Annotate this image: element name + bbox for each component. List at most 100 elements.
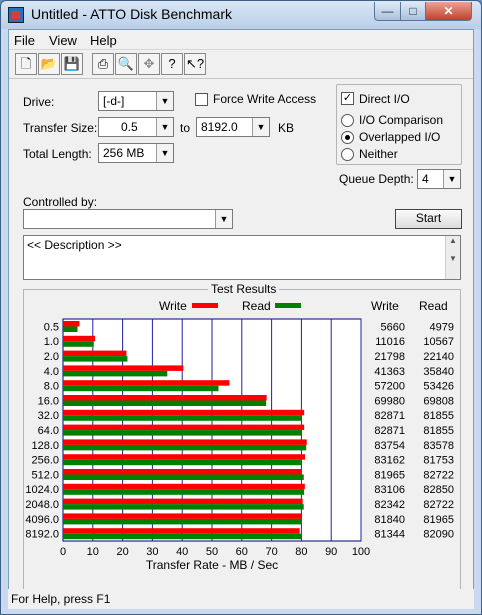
drive-select[interactable]: [-d-] ▼ <box>98 91 174 111</box>
transfer-to-select[interactable]: 8192.0 ▼ <box>196 117 270 137</box>
read-bar <box>63 459 301 466</box>
io-comparison-radio[interactable] <box>341 114 354 127</box>
window-title: Untitled - ATTO Disk Benchmark <box>31 6 232 22</box>
y-category-label: 2.0 <box>44 351 59 363</box>
legend-write-swatch <box>192 303 218 308</box>
transfer-from-value: 0.5 <box>121 120 138 134</box>
write-value: 57200 <box>374 381 405 393</box>
write-bar <box>63 528 300 534</box>
transfer-to-value: 8192.0 <box>201 120 238 134</box>
minimize-button[interactable]: — <box>374 2 401 21</box>
chevron-down-icon: ▼ <box>156 92 173 110</box>
y-category-label: 64.0 <box>38 425 59 437</box>
read-value: 81965 <box>423 514 454 526</box>
overlapped-io-radio[interactable] <box>341 131 354 144</box>
total-length-value: 256 MB <box>103 146 145 160</box>
description-box[interactable]: << Description >> ▲ ▼ <box>23 235 461 280</box>
x-tick-label: 0 <box>60 546 66 558</box>
new-doc-icon[interactable]: 🗋 <box>15 53 37 75</box>
write-bar <box>63 424 305 431</box>
close-button[interactable]: ✕ <box>425 2 472 21</box>
title-bar[interactable]: Untitled - ATTO Disk Benchmark — □ ✕ <box>1 1 481 29</box>
write-value: 5660 <box>381 321 405 333</box>
status-text: For Help, press F1 <box>11 592 111 606</box>
chevron-down-icon: ▼ <box>156 118 173 136</box>
y-category-label: 1024.0 <box>25 484 59 496</box>
write-value: 83754 <box>374 440 405 452</box>
direct-io-checkbox[interactable]: ✓ <box>341 92 354 105</box>
write-bar <box>63 439 307 445</box>
context-help-icon[interactable]: ↖? <box>184 53 206 75</box>
x-tick-label: 90 <box>325 546 337 558</box>
controlled-by-select[interactable]: ▼ <box>23 209 233 229</box>
legend-write-label: Write <box>159 299 187 313</box>
open-folder-icon[interactable]: 📂 <box>38 53 60 75</box>
y-category-label: 4096.0 <box>25 514 59 526</box>
write-bar <box>63 409 305 416</box>
write-value: 82871 <box>374 425 405 437</box>
x-tick-label: 20 <box>116 546 128 558</box>
app-window: Untitled - ATTO Disk Benchmark — □ ✕ Fil… <box>0 0 482 615</box>
read-column-header: Read <box>419 299 448 313</box>
write-bar <box>63 513 302 519</box>
app-icon[interactable] <box>8 7 24 23</box>
write-bar <box>63 335 96 342</box>
write-bar <box>63 321 80 327</box>
force-write-checkbox[interactable] <box>195 93 208 106</box>
y-category-label: 1.0 <box>44 336 59 348</box>
start-button[interactable]: Start <box>395 209 462 229</box>
x-tick-label: 30 <box>146 546 158 558</box>
queue-depth-select[interactable]: 4 ▼ <box>417 169 461 189</box>
write-bar <box>63 483 305 490</box>
move-icon[interactable]: ✥ <box>138 53 160 75</box>
print-icon[interactable]: ⎙ <box>92 53 114 75</box>
read-bar <box>63 385 219 392</box>
read-bar <box>63 504 304 510</box>
x-tick-label: 10 <box>87 546 99 558</box>
help-icon[interactable]: ? <box>161 53 183 75</box>
kb-label: KB <box>278 121 295 135</box>
status-bar: For Help, press F1 <box>8 589 474 609</box>
read-bar <box>63 400 267 406</box>
transfer-from-select[interactable]: 0.5 ▼ <box>98 117 174 137</box>
total-length-select[interactable]: 256 MB ▼ <box>98 143 174 163</box>
read-value: 81753 <box>423 455 454 467</box>
write-value: 41363 <box>374 366 405 378</box>
read-bar <box>63 370 168 377</box>
read-bar <box>63 533 302 540</box>
save-icon[interactable]: 💾 <box>61 53 83 75</box>
write-bar <box>63 498 303 505</box>
read-bar <box>63 326 78 332</box>
read-value: 82090 <box>423 529 454 541</box>
maximize-button[interactable]: □ <box>400 2 426 21</box>
print-preview-icon[interactable]: 🔍 <box>115 53 137 75</box>
write-bar <box>63 469 302 475</box>
menu-help[interactable]: Help <box>90 33 117 48</box>
transfer-size-label: Transfer Size: <box>23 121 98 135</box>
io-comparison-label: I/O Comparison <box>359 113 444 127</box>
write-value: 83162 <box>374 455 405 467</box>
read-bar <box>63 356 128 362</box>
read-bar <box>63 474 304 480</box>
x-tick-label: 40 <box>176 546 188 558</box>
y-category-label: 2048.0 <box>25 499 59 511</box>
x-tick-label: 70 <box>265 546 277 558</box>
x-tick-label: 80 <box>295 546 307 558</box>
write-value: 81840 <box>374 514 405 526</box>
menu-view[interactable]: View <box>49 33 77 48</box>
read-value: 22140 <box>423 351 454 363</box>
write-value: 11016 <box>375 336 405 348</box>
description-scrollbar[interactable]: ▲ ▼ <box>445 236 460 279</box>
y-category-label: 256.0 <box>31 455 59 467</box>
neither-radio[interactable] <box>341 148 354 161</box>
write-bar <box>63 454 306 460</box>
chevron-down-icon: ▼ <box>252 118 269 136</box>
x-tick-label: 60 <box>236 546 248 558</box>
menu-file[interactable]: File <box>14 33 35 48</box>
queue-depth-label: Queue Depth: <box>339 172 414 186</box>
read-value: 10567 <box>423 336 454 348</box>
read-bar <box>63 415 302 421</box>
queue-depth-value: 4 <box>422 172 429 186</box>
x-tick-label: 100 <box>352 546 370 558</box>
chevron-down-icon: ▼ <box>443 170 460 188</box>
